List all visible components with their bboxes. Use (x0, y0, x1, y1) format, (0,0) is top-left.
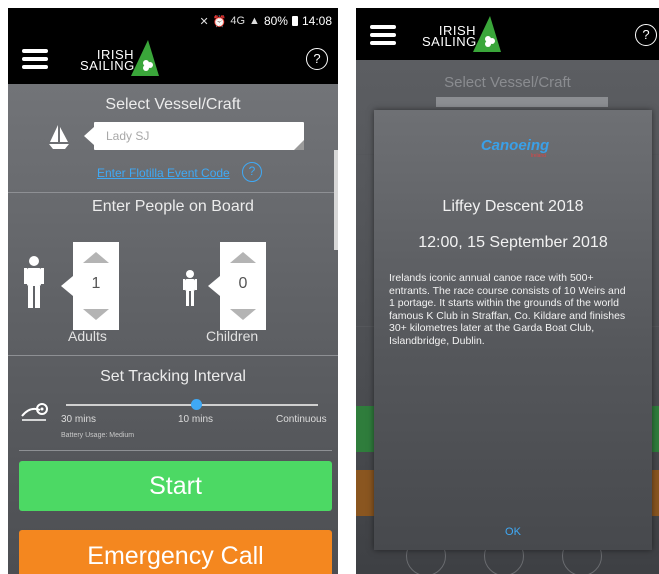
app-screen-main: ✕ ⏰ 4G ▲ 80% 14:08 IRISH SAILING ? Select… (8, 8, 338, 574)
adults-value: 1 (91, 275, 101, 292)
flotilla-code-link[interactable]: Enter Flotilla Event Code (97, 166, 230, 180)
alarm-icon: ⏰ (212, 15, 227, 28)
tracking-pin-icon (21, 403, 48, 421)
tracking-section-title: Set Tracking Interval (100, 368, 246, 385)
divider (19, 450, 332, 451)
start-button[interactable]: Start (19, 461, 332, 511)
tracking-slider-thumb[interactable] (191, 399, 202, 410)
vessel-section-title: Select Vessel/Craft (105, 96, 241, 113)
signal-icon: ▲ (249, 15, 260, 27)
menu-icon[interactable] (370, 25, 396, 45)
mute-icon: ✕ (199, 15, 209, 28)
adult-person-icon (24, 256, 44, 308)
help-icon[interactable]: ? (306, 48, 328, 70)
adults-decrement-icon[interactable] (83, 309, 109, 320)
boat-icon (49, 125, 69, 149)
canoeing-ireland-logo: Canoeing Ireland (470, 138, 560, 160)
adults-stepper[interactable]: 1 (61, 242, 119, 330)
battery-icon (291, 16, 298, 26)
scrollbar[interactable] (334, 150, 338, 250)
network-type: 4G (230, 15, 246, 27)
battery-percent: 80% (263, 14, 288, 28)
vessel-input-value: Lady SJ (106, 129, 150, 143)
people-section-title: Enter People on Board (92, 198, 254, 215)
event-datetime: 12:00, 15 September 2018 (418, 234, 608, 251)
background-section-title: Select Vessel/Craft (444, 74, 571, 91)
logo-line-2: SAILING (80, 58, 135, 73)
child-person-icon (183, 270, 197, 306)
sail-logo-icon (131, 40, 159, 76)
vessel-input[interactable]: Lady SJ (84, 122, 304, 150)
divider (8, 192, 338, 193)
app-screen-event-dialog: IRISH SAILING ? Select Vessel/Craft Canoe… (356, 8, 659, 574)
dropdown-corner-icon (294, 140, 304, 150)
children-value: 0 (238, 275, 248, 292)
event-dialog: Canoeing Ireland Liffey Descent 2018 12:… (374, 110, 652, 550)
tracking-option-10[interactable]: 10 mins (178, 414, 213, 425)
flotilla-help-icon[interactable]: ? (242, 162, 262, 182)
clock: 14:08 (301, 14, 332, 28)
children-increment-icon[interactable] (230, 252, 256, 263)
status-bar: ✕ ⏰ 4G ▲ 80% 14:08 (8, 8, 338, 34)
emergency-call-button[interactable]: Emergency Call (19, 530, 332, 574)
children-decrement-icon[interactable] (230, 309, 256, 320)
app-header: IRISH SAILING ? (356, 8, 659, 60)
event-description: Irelands iconic annual canoe race with 5… (389, 272, 626, 347)
ok-button[interactable]: OK (374, 526, 652, 538)
logo-line-2: SAILING (422, 34, 477, 49)
background-vessel-input (436, 97, 608, 107)
adults-increment-icon[interactable] (83, 252, 109, 263)
tracking-option-30[interactable]: 30 mins (61, 414, 96, 425)
battery-usage-text: Battery Usage: Medium (61, 432, 135, 439)
children-label: Children (206, 328, 259, 344)
help-icon[interactable]: ? (635, 24, 657, 46)
divider (8, 355, 338, 356)
adults-label: Adults (68, 328, 107, 344)
sail-logo-icon (473, 16, 501, 52)
main-content: Select Vessel/Craft Lady SJ Enter Flotil… (8, 84, 338, 574)
logo-text: Canoeing (480, 137, 550, 154)
event-title: Liffey Descent 2018 (442, 198, 584, 215)
tracking-option-continuous[interactable]: Continuous (276, 414, 327, 425)
app-header: IRISH SAILING ? (8, 34, 338, 84)
menu-icon[interactable] (22, 49, 48, 69)
children-stepper[interactable]: 0 (208, 242, 266, 330)
